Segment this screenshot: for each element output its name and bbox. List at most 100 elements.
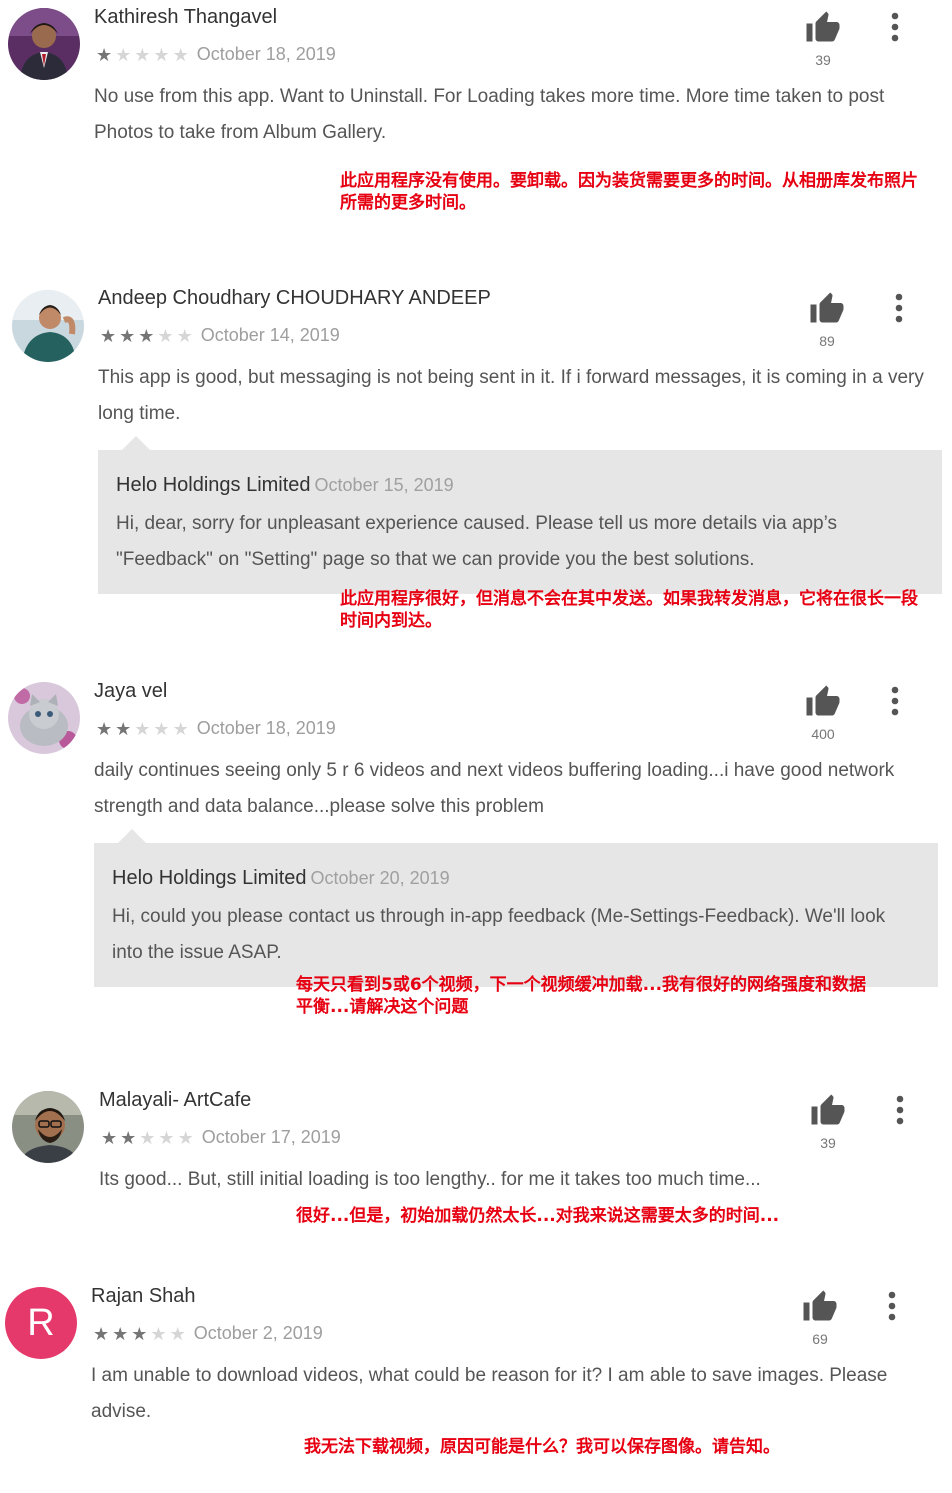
review-date: October 17, 2019	[201, 1127, 341, 1147]
translation-line: 此应用程序很好，但消息不会在其中发送。如果我转发消息，它将在很长一段	[340, 589, 918, 609]
avatar[interactable]: R	[5, 1287, 77, 1359]
star-icon: ★	[172, 44, 189, 65]
developer-reply: Helo Holdings Limited October 20, 2019 Hi…	[94, 829, 938, 987]
translation-note: 每天只看到5或6个视频，下一个视频缓冲加载...我有很好的网络强度和数据 平衡.…	[296, 974, 936, 1018]
avatar[interactable]	[8, 682, 80, 754]
like-button[interactable]: 69	[800, 1289, 840, 1347]
thumbs-up-icon	[803, 1290, 837, 1321]
rating: ★ ★ ★ ★ ★ October 17, 2019	[101, 1127, 341, 1148]
avatar[interactable]	[12, 1091, 84, 1163]
star-icon: ★	[112, 1323, 129, 1344]
reply-text: Hi, dear, sorry for unpleasant experienc…	[116, 513, 837, 570]
star-icon: ★	[134, 44, 151, 65]
reply-caret	[122, 436, 150, 450]
reply-author: Helo Holdings Limited	[112, 867, 307, 889]
star-icon: ★	[139, 1127, 156, 1148]
star-icon: ★	[134, 718, 151, 739]
reply-date: October 20, 2019	[310, 868, 450, 888]
review-text: No use from this app. Want to Uninstall.…	[94, 86, 885, 143]
review-card: Malayali- ArtCafe ★ ★ ★ ★ ★ October 17, …	[0, 1083, 952, 1263]
developer-reply: Helo Holdings Limited October 15, 2019 Hi…	[98, 436, 942, 594]
star-icon: ★	[93, 1323, 110, 1344]
rating: ★ ★ ★ ★ ★ October 18, 2019	[96, 718, 336, 739]
more-options-button[interactable]	[889, 12, 901, 42]
star-icon: ★	[153, 718, 170, 739]
review-date: October 14, 2019	[200, 325, 340, 345]
star-icon: ★	[158, 1127, 175, 1148]
review-author: Jaya vel	[94, 680, 168, 702]
reply-date: October 15, 2019	[314, 475, 454, 495]
avatar[interactable]	[8, 8, 80, 80]
review-author: Andeep Choudhary CHOUDHARY ANDEEP	[98, 287, 491, 309]
like-count: 39	[815, 52, 831, 68]
like-button[interactable]: 39	[808, 1093, 848, 1151]
more-options-button[interactable]	[893, 293, 905, 323]
star-icon: ★	[96, 718, 113, 739]
translation-line: 所需的更多时间。	[340, 193, 476, 213]
review-text: Its good... But, still initial loading i…	[99, 1169, 761, 1190]
more-options-button[interactable]	[894, 1095, 906, 1125]
star-icon: ★	[115, 44, 132, 65]
rating: ★ ★ ★ ★ ★ October 14, 2019	[100, 325, 340, 346]
translation-line: 此应用程序没有使用。要卸载。因为装货需要更多的时间。从相册库发布照片	[340, 171, 918, 191]
like-count: 400	[811, 726, 835, 742]
more-options-button[interactable]	[889, 686, 901, 716]
rating: ★ ★ ★ ★ ★ October 18, 2019	[96, 44, 336, 65]
review-card: Jaya vel ★ ★ ★ ★ ★ October 18, 2019 dail…	[0, 674, 952, 1044]
review-author: Malayali- ArtCafe	[99, 1089, 252, 1111]
like-button[interactable]: 89	[807, 291, 847, 349]
like-count: 69	[812, 1331, 828, 1347]
more-vert-icon	[895, 293, 903, 323]
review-date: October 18, 2019	[196, 44, 336, 64]
star-icon: ★	[131, 1323, 148, 1344]
thumbs-up-icon	[806, 11, 840, 42]
translation-note: 此应用程序很好，但消息不会在其中发送。如果我转发消息，它将在很长一段 时间内到达…	[340, 588, 952, 632]
more-vert-icon	[896, 1095, 904, 1125]
review-date: October 18, 2019	[196, 718, 336, 738]
translation-line: 时间内到达。	[340, 611, 442, 631]
star-icon: ★	[177, 1127, 194, 1148]
star-icon: ★	[153, 44, 170, 65]
review-card: Andeep Choudhary CHOUDHARY ANDEEP ★ ★ ★ …	[0, 281, 952, 651]
like-button[interactable]: 400	[803, 684, 843, 742]
translation-note: 很好...但是，初始加载仍然太长...对我来说这需要太多的时间...	[296, 1205, 916, 1227]
like-count: 39	[820, 1135, 836, 1151]
review-card: R Rajan Shah ★ ★ ★ ★ ★ October 2, 2019 I…	[0, 1279, 952, 1479]
reply-header: Helo Holdings Limited October 20, 2019	[112, 867, 450, 890]
more-options-button[interactable]	[886, 1291, 898, 1321]
translation-line: 我无法下载视频，原因可能是什么？我可以保存图像。请告知。	[304, 1437, 780, 1457]
translation-line: 平衡...请解决这个问题	[296, 997, 469, 1017]
like-button[interactable]: 39	[803, 10, 843, 68]
star-icon: ★	[169, 1323, 186, 1344]
more-vert-icon	[888, 1291, 896, 1321]
star-icon: ★	[96, 44, 113, 65]
review-text: I am unable to download videos, what cou…	[91, 1365, 888, 1422]
star-icon: ★	[101, 1127, 118, 1148]
reply-text: Hi, could you please contact us through …	[112, 906, 886, 963]
star-icon: ★	[100, 325, 117, 346]
star-icon: ★	[150, 1323, 167, 1344]
review-date: October 2, 2019	[193, 1323, 323, 1343]
review-card: Kathiresh Thangavel ★ ★ ★ ★ ★ October 18…	[0, 0, 952, 250]
star-icon: ★	[120, 1127, 137, 1148]
reply-author: Helo Holdings Limited	[116, 474, 311, 496]
star-icon: ★	[157, 325, 174, 346]
review-text: This app is good, but messaging is not b…	[98, 367, 924, 424]
reply-caret	[118, 829, 146, 843]
translation-line: 很好...但是，初始加载仍然太长...对我来说这需要太多的时间...	[296, 1206, 780, 1226]
review-author: Kathiresh Thangavel	[94, 6, 278, 28]
star-icon: ★	[119, 325, 136, 346]
reply-header: Helo Holdings Limited October 15, 2019	[116, 474, 454, 497]
more-vert-icon	[891, 12, 899, 42]
translation-note: 此应用程序没有使用。要卸载。因为装货需要更多的时间。从相册库发布照片 所需的更多…	[340, 170, 952, 214]
rating: ★ ★ ★ ★ ★ October 2, 2019	[93, 1323, 323, 1344]
avatar[interactable]	[12, 290, 84, 362]
star-icon: ★	[138, 325, 155, 346]
review-text: daily continues seeing only 5 r 6 videos…	[94, 760, 895, 817]
review-author: Rajan Shah	[91, 1285, 196, 1307]
thumbs-up-icon	[810, 292, 844, 323]
more-vert-icon	[891, 686, 899, 716]
thumbs-up-icon	[811, 1094, 845, 1125]
star-icon: ★	[172, 718, 189, 739]
star-icon: ★	[176, 325, 193, 346]
